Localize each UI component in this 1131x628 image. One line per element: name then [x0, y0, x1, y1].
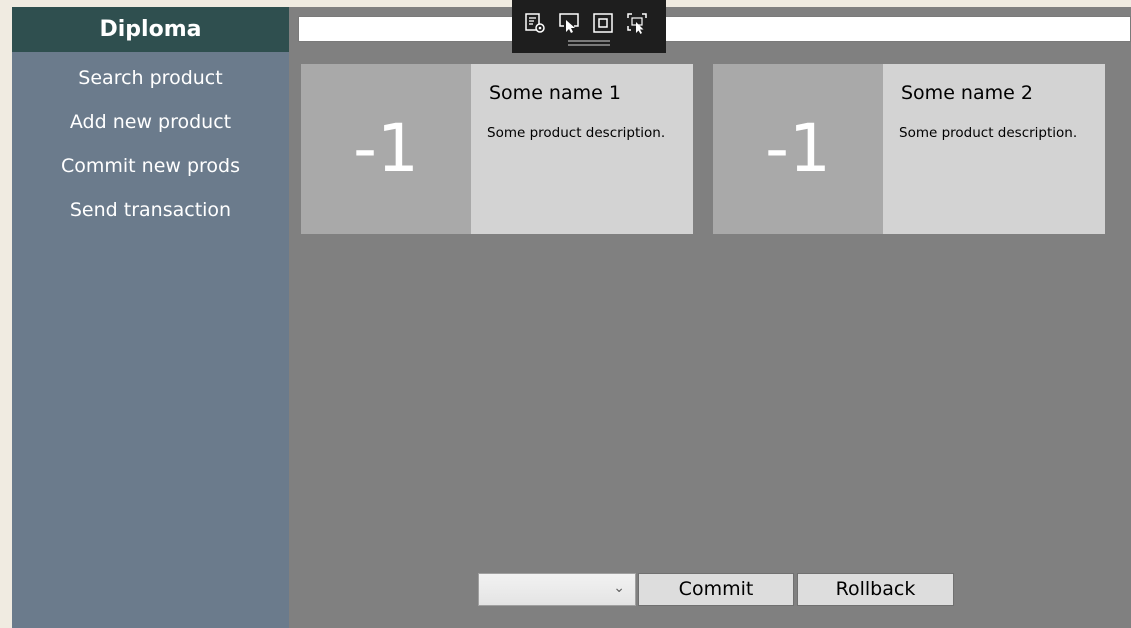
- sidebar: Diploma Search product Add new product C…: [12, 7, 289, 628]
- search-input[interactable]: [298, 16, 1131, 42]
- sidebar-item-add-new-product[interactable]: Add new product: [12, 100, 289, 144]
- toolbar-drag-handle[interactable]: [568, 40, 610, 42]
- rollback-button[interactable]: Rollback: [797, 573, 954, 606]
- debug-toolbar: [512, 0, 666, 53]
- product-card[interactable]: -1 Some name 1 Some product description.: [301, 64, 693, 234]
- sidebar-item-send-transaction[interactable]: Send transaction: [12, 188, 289, 232]
- app-window: Diploma Search product Add new product C…: [12, 0, 1131, 628]
- app-title: Diploma: [12, 7, 289, 52]
- product-name: Some name 1: [489, 82, 621, 104]
- chevron-down-icon: ⌄: [613, 580, 625, 596]
- transaction-select[interactable]: ⌄: [478, 573, 636, 606]
- track-focused-element-icon[interactable]: [626, 12, 648, 34]
- select-element-icon[interactable]: [558, 12, 580, 34]
- product-card[interactable]: -1 Some name 2 Some product description.: [713, 64, 1105, 234]
- product-description: Some product description.: [487, 125, 666, 141]
- product-count: -1: [301, 64, 471, 234]
- live-visual-tree-icon[interactable]: [524, 12, 546, 34]
- display-layout-adorners-icon[interactable]: [592, 12, 614, 34]
- product-name: Some name 2: [901, 82, 1033, 104]
- sidebar-item-commit-new-prods[interactable]: Commit new prods: [12, 144, 289, 188]
- product-count: -1: [713, 64, 883, 234]
- sidebar-item-search-product[interactable]: Search product: [12, 56, 289, 100]
- commit-button[interactable]: Commit: [638, 573, 794, 606]
- product-description: Some product description.: [899, 125, 1078, 141]
- toolbar-drag-handle[interactable]: [568, 44, 610, 46]
